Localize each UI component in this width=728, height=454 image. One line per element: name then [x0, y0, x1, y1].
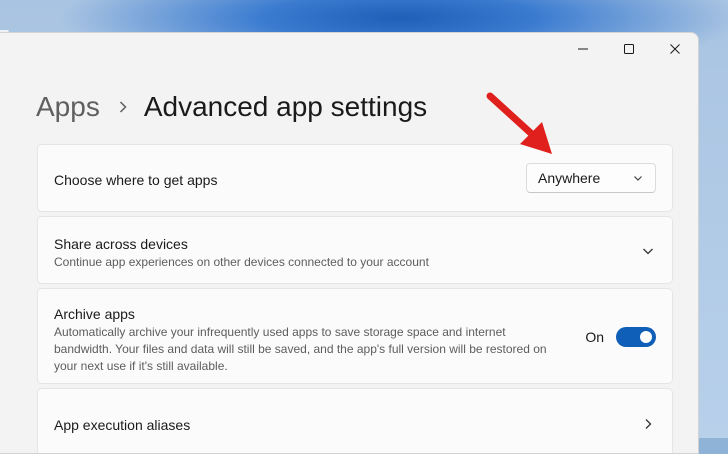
dropdown-selected-value: Anywhere: [538, 170, 601, 186]
toggle-knob: [640, 331, 652, 343]
setting-title: Choose where to get apps: [54, 172, 218, 188]
maximize-icon: [624, 44, 634, 54]
minimize-button[interactable]: [560, 33, 606, 65]
caption-buttons: [560, 33, 698, 65]
settings-window: Apps Advanced app settings Choose where …: [0, 32, 699, 454]
setting-share-across-devices[interactable]: Share across devices Continue app experi…: [37, 216, 673, 284]
chevron-right-icon: [118, 100, 128, 114]
setting-choose-where-to-get-apps: Choose where to get apps Anywhere: [37, 144, 673, 212]
setting-description-line: bandwidth. Your files and data will stil…: [54, 342, 547, 356]
setting-description: Continue app experiences on other device…: [54, 255, 429, 269]
chevron-down-icon: [634, 176, 642, 181]
close-icon: [670, 44, 680, 54]
setting-archive-apps: Archive apps Automatically archive your …: [37, 288, 673, 384]
annotation-arrow-icon: [486, 92, 552, 154]
setting-title: Share across devices: [54, 236, 188, 252]
toggle-state-label: On: [585, 329, 604, 345]
maximize-button[interactable]: [606, 33, 652, 65]
minimize-icon: [578, 48, 588, 50]
close-button[interactable]: [652, 33, 698, 65]
archive-apps-toggle[interactable]: [616, 327, 656, 347]
page-title: Advanced app settings: [143, 91, 428, 122]
setting-title: Archive apps: [54, 306, 135, 322]
chevron-right-icon: [645, 419, 652, 429]
breadcrumb: Apps Advanced app settings: [36, 91, 427, 123]
setting-description-line: your next use if it's still available.: [54, 359, 228, 373]
setting-description-line: Automatically archive your infrequently …: [54, 325, 506, 339]
setting-title: App execution aliases: [54, 417, 191, 433]
breadcrumb-parent-apps[interactable]: Apps: [36, 91, 100, 123]
app-source-dropdown[interactable]: Anywhere: [526, 163, 656, 193]
setting-app-execution-aliases[interactable]: App execution aliases: [37, 388, 673, 453]
chevron-down-icon: [643, 248, 653, 255]
